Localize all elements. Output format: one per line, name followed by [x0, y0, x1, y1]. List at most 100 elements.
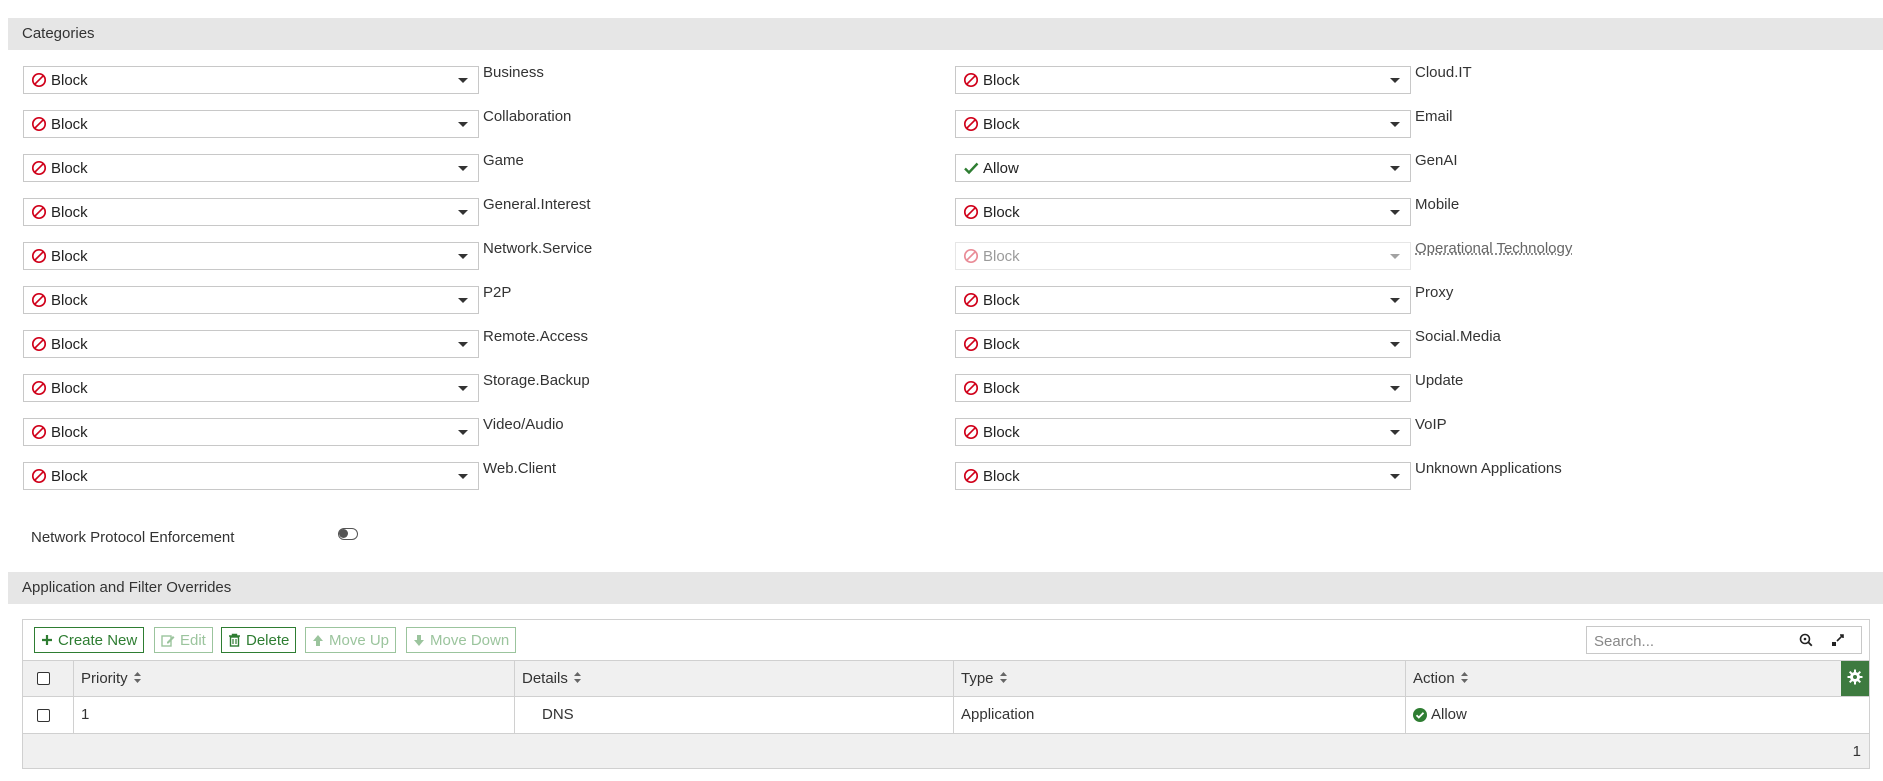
caret-down-icon — [1390, 78, 1400, 83]
caret-down-icon — [1390, 342, 1400, 347]
block-icon — [963, 380, 979, 396]
caret-down-icon — [458, 474, 468, 479]
category-action-select[interactable]: Allow — [955, 154, 1411, 182]
table-header: Priority Details Type Action — [23, 660, 1869, 697]
plus-icon — [41, 634, 53, 646]
caret-down-icon — [458, 166, 468, 171]
column-header-label: Details — [522, 670, 568, 687]
caret-down-icon — [458, 386, 468, 391]
caret-down-icon — [1390, 122, 1400, 127]
cell-priority: 1 — [73, 697, 514, 733]
category-action-value: Allow — [983, 159, 1019, 177]
delete-button[interactable]: Delete — [221, 627, 297, 653]
column-header-type[interactable]: Type — [953, 661, 1405, 696]
column-header-label: Action — [1413, 670, 1455, 687]
move-up-label: Move Up — [329, 631, 390, 649]
arrow-down-icon — [413, 634, 425, 647]
category-label: Proxy — [1415, 284, 1454, 301]
caret-down-icon — [458, 254, 468, 259]
category-action-select[interactable]: Block — [23, 110, 479, 138]
category-action-value: Block — [51, 159, 88, 177]
overrides-section-header: Application and Filter Overrides — [8, 572, 1883, 604]
block-icon — [31, 336, 47, 352]
column-header-action[interactable]: Action — [1405, 661, 1841, 696]
category-action-select[interactable]: Block — [23, 198, 479, 226]
caret-down-icon — [1390, 166, 1400, 171]
category-action-select[interactable]: Block — [955, 418, 1411, 446]
network-protocol-enforcement-toggle[interactable] — [338, 528, 358, 540]
category-action-select[interactable]: Block — [23, 374, 479, 402]
caret-down-icon — [1390, 254, 1400, 259]
arrow-up-icon — [312, 634, 324, 647]
category-action-value: Block — [983, 71, 1020, 89]
column-header-details[interactable]: Details — [514, 661, 953, 696]
category-action-select[interactable]: Block — [23, 418, 479, 446]
category-action-value: Block — [51, 379, 88, 397]
caret-down-icon — [458, 78, 468, 83]
category-action-select[interactable]: Block — [23, 242, 479, 270]
network-protocol-enforcement-label: Network Protocol Enforcement — [31, 529, 235, 546]
column-settings-button[interactable] — [1841, 661, 1869, 696]
create-new-button[interactable]: Create New — [34, 627, 145, 653]
category-action-select[interactable]: Block — [23, 330, 479, 358]
category-action-select[interactable]: Block — [23, 286, 479, 314]
sort-icon — [1460, 662, 1469, 697]
block-icon — [31, 160, 47, 176]
sort-icon — [573, 662, 582, 697]
block-icon — [963, 72, 979, 88]
column-header-label: Type — [961, 670, 994, 687]
caret-down-icon — [1390, 430, 1400, 435]
category-action-value: Block — [51, 467, 88, 485]
select-all-checkbox[interactable] — [37, 672, 50, 685]
edit-label: Edit — [180, 631, 206, 649]
category-action-value: Block — [983, 115, 1020, 133]
category-action-value: Block — [983, 379, 1020, 397]
category-action-select[interactable]: Block — [955, 110, 1411, 138]
move-down-button[interactable]: Move Down — [406, 627, 517, 653]
caret-down-icon — [458, 430, 468, 435]
expand-icon[interactable] — [1831, 633, 1845, 651]
delete-label: Delete — [246, 631, 290, 649]
category-action-select[interactable]: Block — [955, 286, 1411, 314]
category-action-value: Block — [983, 247, 1020, 265]
category-action-select[interactable]: Block — [23, 154, 479, 182]
category-label: Business — [483, 64, 544, 81]
search-input[interactable] — [1587, 627, 1796, 655]
block-icon — [31, 116, 47, 132]
category-action-value: Block — [983, 423, 1020, 441]
category-label: Collaboration — [483, 108, 572, 125]
category-action-select[interactable]: Block — [955, 66, 1411, 94]
category-action-select[interactable]: Block — [955, 330, 1411, 358]
overrides-panel: Create New Edit Delete Move Up Move Down — [22, 619, 1870, 769]
block-icon — [31, 72, 47, 88]
category-label: Game — [483, 152, 524, 169]
table-row[interactable]: 1 DNS Application Allow — [23, 697, 1869, 734]
block-icon — [31, 468, 47, 484]
caret-down-icon — [1390, 386, 1400, 391]
category-action-value: Block — [51, 71, 88, 89]
category-action-select[interactable]: Block — [955, 374, 1411, 402]
block-icon — [963, 468, 979, 484]
category-label: Social.Media — [1415, 328, 1501, 345]
category-action-select[interactable]: Block — [955, 198, 1411, 226]
category-action-select[interactable]: Block — [955, 462, 1411, 490]
create-new-label: Create New — [58, 631, 138, 649]
category-action-value: Block — [51, 291, 88, 309]
move-up-button[interactable]: Move Up — [305, 627, 397, 653]
caret-down-icon — [1390, 474, 1400, 479]
category-action-select[interactable]: Block — [23, 462, 479, 490]
toggle-knob — [339, 529, 348, 538]
edit-button[interactable]: Edit — [154, 627, 213, 653]
category-action-select[interactable]: Block — [23, 66, 479, 94]
block-icon — [963, 292, 979, 308]
block-icon — [963, 424, 979, 440]
caret-down-icon — [1390, 298, 1400, 303]
row-checkbox[interactable] — [37, 709, 50, 722]
cell-type: Application — [953, 697, 1405, 733]
search-icon[interactable] — [1799, 633, 1813, 651]
caret-down-icon — [458, 342, 468, 347]
category-label: Network.Service — [483, 240, 593, 257]
column-header-priority[interactable]: Priority — [73, 661, 514, 696]
allow-check-circle-icon — [1413, 708, 1427, 722]
column-header-label: Priority — [81, 670, 128, 687]
